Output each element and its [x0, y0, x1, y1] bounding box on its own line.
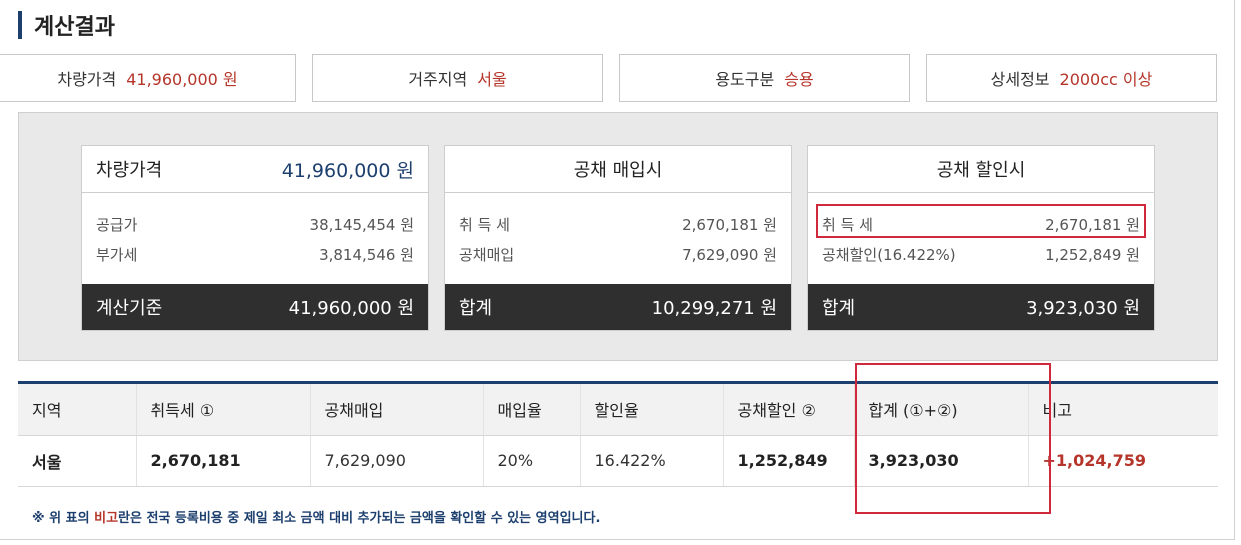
footnote: ※ 위 표의 비고란은 전국 등록비용 중 제일 최소 금액 대비 추가되는 금… [32, 507, 600, 526]
column-header: 취득세 ① [136, 384, 311, 436]
row-value: 38,145,454 원 [309, 216, 414, 234]
footer-label: 계산기준 [96, 298, 163, 319]
info-region: 거주지역 서울 [312, 54, 603, 102]
calculation-cards-area: 차량가격 41,960,000 원 공급가 38,145,454 원 부가세 3… [18, 112, 1218, 361]
info-detail: 상세정보 2000cc 이상 [926, 54, 1217, 102]
table-cell: 2,670,181 [136, 435, 311, 487]
row-value: 7,629,090 원 [682, 246, 777, 264]
row-value: 1,252,849 원 [1045, 246, 1140, 264]
row-value: 3,814,546 원 [319, 246, 414, 264]
card-header: 공채 할인시 [808, 146, 1154, 193]
info-label: 상세정보 [990, 70, 1050, 89]
row-label: 공채할인(16.422%) [822, 246, 956, 264]
card-body: 취 득 세 2,670,181 원 공채매입 7,629,090 원 [445, 193, 791, 284]
info-value: 41,960,000 원 [126, 70, 238, 89]
table-cell: 서울 [18, 435, 137, 487]
column-header: 공채할인 ② [723, 384, 855, 436]
table-cell: +1,024,759 [1028, 435, 1218, 487]
acquisition-tax-highlight [816, 204, 1146, 238]
row-label: 공채매입 [459, 246, 515, 264]
section-title: 계산결과 [18, 10, 115, 40]
footer-value: 10,299,271 원 [651, 298, 777, 319]
table-cell: 16.422% [580, 435, 724, 487]
card-row: 공급가 38,145,454 원 [96, 210, 414, 240]
card-header: 공채 매입시 [445, 146, 791, 193]
card-bond-discount: 공채 할인시 취 득 세 2,670,181 원 공채할인(16.422%) 1… [807, 145, 1155, 331]
column-header: 매입율 [483, 384, 581, 436]
footnote-prefix: ※ 위 표의 [32, 511, 95, 526]
card-header-label: 차량가격 [96, 160, 163, 181]
column-header: 지역 [18, 384, 137, 436]
footnote-suffix: 란은 전국 등록비용 중 제일 최소 금액 대비 추가되는 금액을 확인할 수 … [118, 511, 601, 526]
card-row: 공채할인(16.422%) 1,252,849 원 [822, 240, 1140, 270]
row-label: 공급가 [96, 216, 138, 234]
info-label: 거주지역 [408, 70, 468, 89]
card-body: 공급가 38,145,454 원 부가세 3,814,546 원 [82, 193, 428, 284]
table-cell: 1,252,849 [723, 435, 855, 487]
card-body: 취 득 세 2,670,181 원 공채할인(16.422%) 1,252,84… [808, 193, 1154, 284]
card-row: 부가세 3,814,546 원 [96, 240, 414, 270]
info-vehicle-price: 차량가격 41,960,000 원 [0, 54, 296, 102]
card-header-value: 41,960,000 원 [281, 159, 414, 182]
summary-info-row: 차량가격 41,960,000 원 거주지역 서울 용도구분 승용 상세정보 2… [0, 54, 1220, 102]
footer-value: 41,960,000 원 [288, 298, 414, 319]
card-header-label: 공채 할인시 [936, 160, 1026, 181]
info-value: 2000cc 이상 [1059, 70, 1153, 89]
card-header: 차량가격 41,960,000 원 [82, 146, 428, 193]
total-column-highlight [855, 363, 1051, 514]
page-title: 계산결과 [34, 15, 115, 40]
card-bond-purchase: 공채 매입시 취 득 세 2,670,181 원 공채매입 7,629,090 … [444, 145, 792, 331]
card-footer: 합계 10,299,271 원 [445, 284, 791, 330]
footnote-highlight: 비고 [94, 511, 119, 526]
card-header-label: 공채 매입시 [573, 160, 663, 181]
table-cell: 20% [483, 435, 581, 487]
column-header: 공채매입 [310, 384, 484, 436]
card-footer: 합계 3,923,030 원 [808, 284, 1154, 330]
footer-value: 3,923,030 원 [1026, 298, 1140, 319]
card-vehicle-price: 차량가격 41,960,000 원 공급가 38,145,454 원 부가세 3… [81, 145, 429, 331]
title-accent-bar [18, 11, 22, 39]
info-value: 서울 [477, 70, 507, 89]
column-header: 할인율 [580, 384, 724, 436]
row-label: 취 득 세 [459, 216, 510, 234]
info-label: 용도구분 [715, 70, 775, 89]
table-cell: 7,629,090 [310, 435, 484, 487]
row-value: 2,670,181 원 [682, 216, 777, 234]
footer-label: 합계 [459, 298, 493, 319]
column-header: 비고 [1028, 384, 1218, 436]
card-row: 취 득 세 2,670,181 원 [459, 210, 777, 240]
info-value: 승용 [784, 70, 814, 89]
footer-label: 합계 [822, 298, 856, 319]
info-label: 차량가격 [57, 70, 117, 89]
row-label: 부가세 [96, 246, 138, 264]
card-row: 공채매입 7,629,090 원 [459, 240, 777, 270]
info-usage: 용도구분 승용 [619, 54, 910, 102]
card-footer: 계산기준 41,960,000 원 [82, 284, 428, 330]
